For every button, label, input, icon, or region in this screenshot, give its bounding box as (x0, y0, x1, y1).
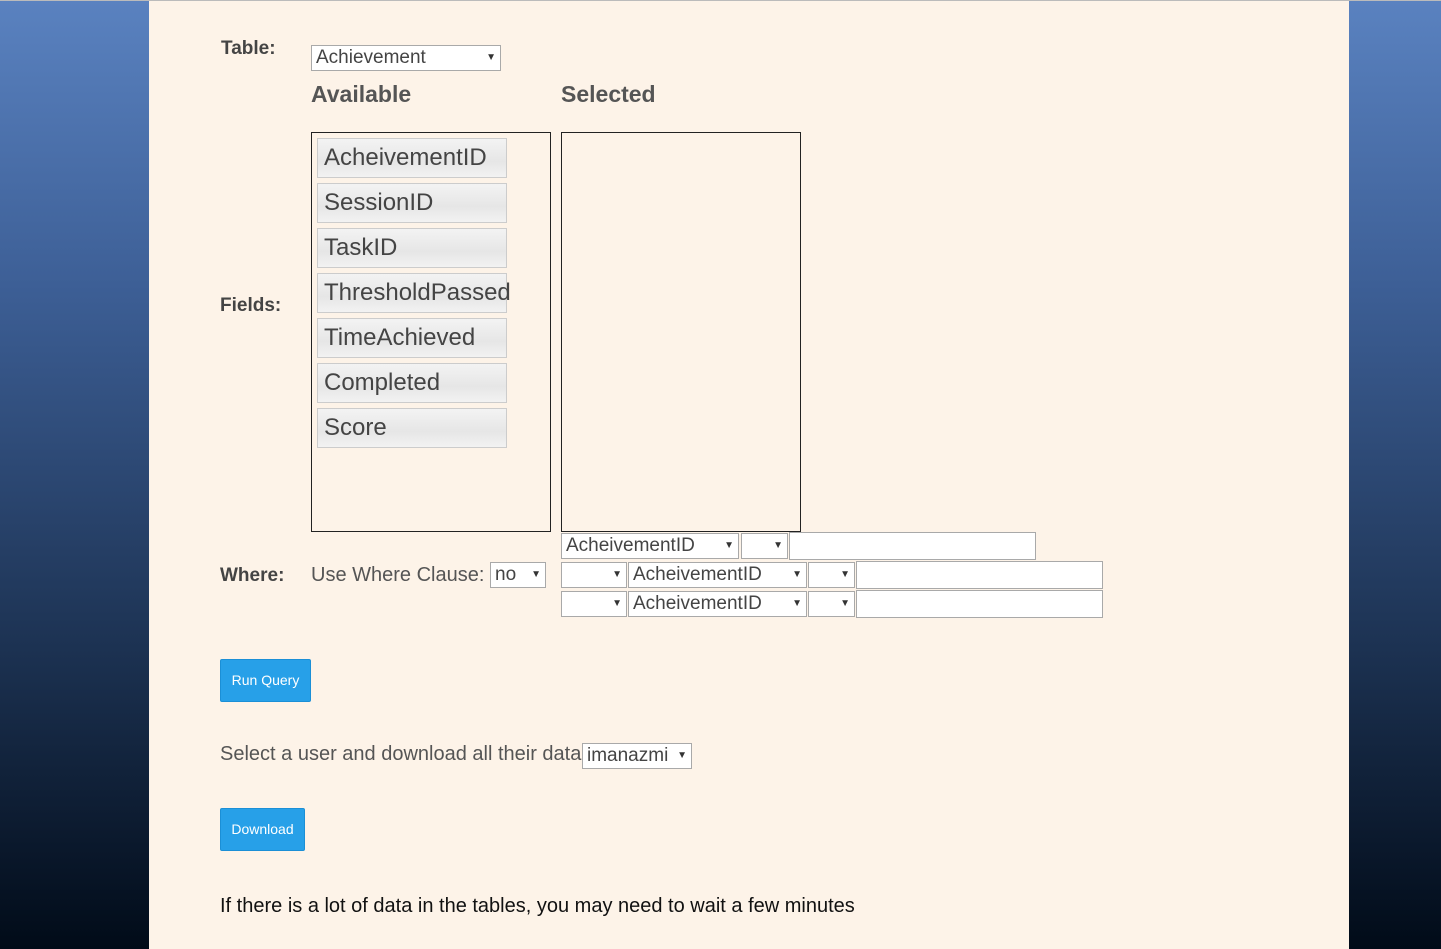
where-row2-field-value: AcheivementID (633, 564, 762, 585)
dropdown-caret-icon: ▼ (773, 540, 783, 551)
use-where-clause-select[interactable]: no ▼ (490, 562, 546, 588)
dropdown-caret-icon: ▼ (486, 52, 496, 63)
download-button[interactable]: Download (220, 808, 305, 851)
user-select-value: imanazmi (587, 745, 669, 766)
where-row3-value-input[interactable] (856, 590, 1103, 618)
table-label: Table: (221, 38, 276, 59)
dropdown-caret-icon: ▼ (612, 598, 622, 609)
selected-fields-list[interactable] (561, 132, 801, 532)
available-heading: Available (311, 81, 412, 107)
dropdown-caret-icon: ▼ (677, 750, 687, 761)
dropdown-caret-icon: ▼ (724, 540, 734, 551)
where-row2-operator-select[interactable]: ▼ (808, 562, 855, 588)
where-label: Where: (220, 565, 285, 586)
table-select[interactable]: Achievement ▼ (311, 45, 501, 71)
field-item-sessionid[interactable]: SessionID (317, 183, 507, 223)
fields-label: Fields: (220, 295, 282, 316)
dropdown-caret-icon: ▼ (792, 598, 802, 609)
available-fields-list[interactable]: AcheivementID SessionID TaskID Threshold… (311, 132, 551, 532)
field-item-thresholdpassed[interactable]: ThresholdPassed (317, 273, 511, 313)
dropdown-caret-icon: ▼ (792, 569, 802, 580)
table-select-value: Achievement (316, 47, 426, 68)
where-row3-operator-select[interactable]: ▼ (808, 591, 855, 617)
where-row2-connector-select[interactable]: ▼ (561, 562, 627, 588)
where-row1-field-value: AcheivementID (566, 535, 695, 556)
dropdown-caret-icon: ▼ (531, 569, 541, 580)
run-query-button[interactable]: Run Query (220, 659, 311, 702)
field-item-completed[interactable]: Completed (317, 363, 507, 403)
field-item-timeachieved[interactable]: TimeAchieved (317, 318, 507, 358)
dropdown-caret-icon: ▼ (612, 569, 622, 580)
field-item-acheivementid[interactable]: AcheivementID (317, 138, 507, 178)
where-row3-connector-select[interactable]: ▼ (561, 591, 627, 617)
where-row3-field-value: AcheivementID (633, 593, 762, 614)
where-row2-field-select[interactable]: AcheivementID ▼ (628, 562, 807, 588)
where-row2-value-input[interactable] (856, 561, 1103, 589)
where-row1-field-select[interactable]: AcheivementID ▼ (561, 533, 739, 559)
wait-note: If there is a lot of data in the tables,… (220, 895, 855, 917)
use-where-clause-value: no (495, 564, 517, 585)
dropdown-caret-icon: ▼ (840, 569, 850, 580)
user-select[interactable]: imanazmi ▼ (582, 743, 692, 769)
where-row1-operator-select[interactable]: ▼ (741, 533, 788, 559)
main-panel: Table: Achievement ▼ Available Selected … (149, 1, 1349, 949)
where-row3-field-select[interactable]: AcheivementID ▼ (628, 591, 807, 617)
dropdown-caret-icon: ▼ (840, 598, 850, 609)
field-item-score[interactable]: Score (317, 408, 507, 448)
field-item-taskid[interactable]: TaskID (317, 228, 507, 268)
where-row1-value-input[interactable] (789, 532, 1036, 560)
use-where-clause-label: Use Where Clause: (311, 564, 485, 586)
download-prompt: Select a user and download all their dat… (220, 743, 582, 765)
selected-heading: Selected (561, 81, 656, 107)
